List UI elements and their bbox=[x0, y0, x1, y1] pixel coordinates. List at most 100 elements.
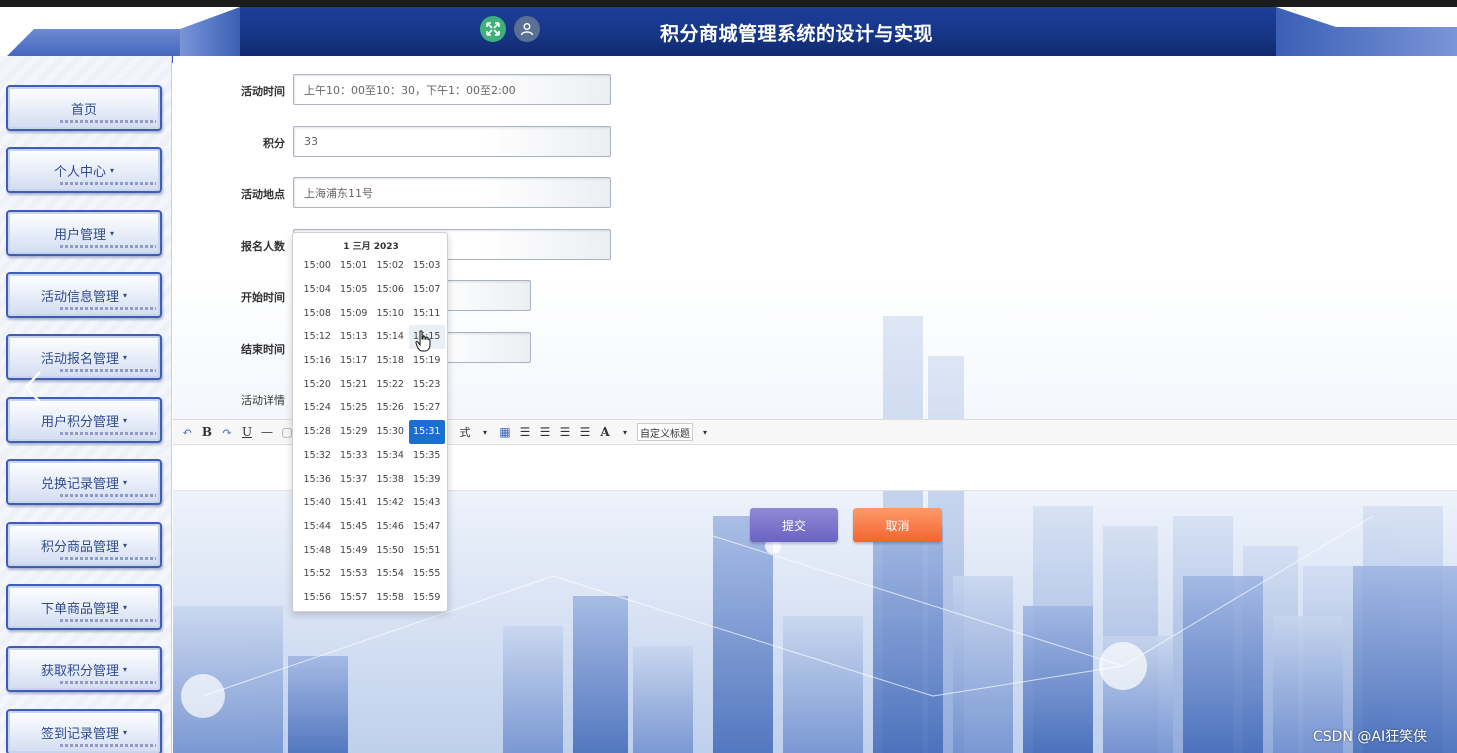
time-option[interactable]: 15:00 bbox=[299, 254, 336, 278]
sidebar-item[interactable]: 下单商品管理 ▾ bbox=[6, 584, 162, 630]
time-option[interactable]: 15:38 bbox=[372, 467, 409, 491]
time-option[interactable]: 15:33 bbox=[336, 444, 373, 468]
button-decoration bbox=[60, 369, 156, 372]
custom-title-select[interactable]: 自定义标题 bbox=[637, 423, 693, 441]
time-option[interactable]: 15:06 bbox=[372, 278, 409, 302]
sidebar-item[interactable]: 个人中心 ▾ bbox=[6, 147, 162, 193]
paragraph-style-fragment[interactable]: 式 bbox=[457, 423, 473, 441]
button-decoration bbox=[60, 182, 156, 185]
time-option[interactable]: 15:01 bbox=[336, 254, 373, 278]
time-option[interactable]: 15:26 bbox=[372, 396, 409, 420]
time-option[interactable]: 15:55 bbox=[409, 562, 446, 586]
sidebar-item[interactable]: 用户管理 ▾ bbox=[6, 210, 162, 256]
sidebar-item[interactable]: 积分商品管理 ▾ bbox=[6, 522, 162, 568]
time-option[interactable]: 15:16 bbox=[299, 349, 336, 373]
expand-icon[interactable] bbox=[480, 16, 506, 42]
time-option[interactable]: 15:53 bbox=[336, 562, 373, 586]
time-option[interactable]: 15:59 bbox=[409, 586, 446, 610]
align-left-icon[interactable]: ☰ bbox=[517, 423, 533, 441]
time-option[interactable]: 15:08 bbox=[299, 301, 336, 325]
time-option[interactable]: 15:09 bbox=[336, 301, 373, 325]
time-option[interactable]: 15:29 bbox=[336, 420, 373, 444]
time-option[interactable]: 15:32 bbox=[299, 444, 336, 468]
time-option[interactable]: 15:57 bbox=[336, 586, 373, 610]
sidebar-item[interactable]: 首页 bbox=[6, 85, 162, 131]
time-option[interactable]: 15:50 bbox=[372, 538, 409, 562]
time-option[interactable]: 15:36 bbox=[299, 467, 336, 491]
sidebar-item[interactable]: 获取积分管理 ▾ bbox=[6, 646, 162, 692]
time-option[interactable]: 15:54 bbox=[372, 562, 409, 586]
time-option[interactable]: 15:21 bbox=[336, 372, 373, 396]
time-option[interactable]: 15:47 bbox=[409, 515, 446, 539]
chevron-left-icon[interactable] bbox=[22, 370, 44, 404]
time-option[interactable]: 15:58 bbox=[372, 586, 409, 610]
location-input[interactable]: 上海浦东11号 bbox=[293, 177, 611, 208]
undo-icon[interactable]: ↶ bbox=[179, 423, 195, 441]
button-decoration bbox=[60, 494, 156, 497]
watermark: CSDN @AI狂笑侠 bbox=[1313, 729, 1428, 745]
time-option[interactable]: 15:51 bbox=[409, 538, 446, 562]
time-option[interactable]: 15:18 bbox=[372, 349, 409, 373]
time-option[interactable]: 15:23 bbox=[409, 372, 446, 396]
align-center-icon[interactable]: ☰ bbox=[537, 423, 553, 441]
time-option[interactable]: 15:45 bbox=[336, 515, 373, 539]
time-option[interactable]: 15:49 bbox=[336, 538, 373, 562]
time-option[interactable]: 15:17 bbox=[336, 349, 373, 373]
time-option[interactable]: 15:25 bbox=[336, 396, 373, 420]
time-option[interactable]: 15:43 bbox=[409, 491, 446, 515]
time-option[interactable]: 15:02 bbox=[372, 254, 409, 278]
time-option[interactable]: 15:19 bbox=[409, 349, 446, 373]
submit-button[interactable]: 提交 bbox=[750, 508, 838, 542]
cancel-button[interactable]: 取消 bbox=[853, 508, 942, 542]
sidebar-item[interactable]: 兑换记录管理 ▾ bbox=[6, 459, 162, 505]
time-option[interactable]: 15:03 bbox=[409, 254, 446, 278]
time-option[interactable]: 15:24 bbox=[299, 396, 336, 420]
user-icon[interactable] bbox=[514, 16, 540, 42]
time-option[interactable]: 15:34 bbox=[372, 444, 409, 468]
time-option[interactable]: 15:10 bbox=[372, 301, 409, 325]
button-decoration bbox=[60, 619, 156, 622]
font-color-button[interactable]: A bbox=[597, 423, 613, 441]
align-justify-icon[interactable]: ☰ bbox=[577, 423, 593, 441]
time-option[interactable]: 15:52 bbox=[299, 562, 336, 586]
dropdown-caret-icon[interactable]: ▾ bbox=[617, 423, 633, 441]
button-decoration bbox=[60, 557, 156, 560]
dropdown-caret-icon[interactable]: ▾ bbox=[477, 423, 493, 441]
time-option[interactable]: 15:31 bbox=[408, 419, 445, 444]
time-option[interactable]: 15:42 bbox=[372, 491, 409, 515]
underline-button[interactable]: U bbox=[239, 423, 255, 441]
time-option[interactable]: 15:05 bbox=[336, 278, 373, 302]
time-option[interactable]: 15:04 bbox=[299, 278, 336, 302]
dropdown-caret-icon[interactable]: ▾ bbox=[697, 423, 713, 441]
activity-time-input[interactable]: 上午10：00至10：30，下午1：00至2:00 bbox=[293, 74, 611, 105]
time-option[interactable]: 15:56 bbox=[299, 586, 336, 610]
align-right-icon[interactable]: ☰ bbox=[557, 423, 573, 441]
time-option[interactable]: 15:35 bbox=[409, 444, 446, 468]
time-option[interactable]: 15:48 bbox=[299, 538, 336, 562]
table-icon[interactable]: ▦ bbox=[497, 423, 513, 441]
time-option[interactable]: 15:22 bbox=[372, 372, 409, 396]
sidebar-item[interactable]: 签到记录管理 ▾ bbox=[6, 709, 162, 753]
time-option[interactable]: 15:28 bbox=[299, 420, 336, 444]
time-picker-date: 1 三月 2023 bbox=[343, 242, 399, 252]
points-input[interactable]: 33 bbox=[293, 126, 611, 157]
horizontal-rule-icon[interactable]: — bbox=[259, 423, 275, 441]
time-option[interactable]: 15:46 bbox=[372, 515, 409, 539]
time-option[interactable]: 15:11 bbox=[409, 301, 446, 325]
time-option[interactable]: 15:27 bbox=[409, 396, 446, 420]
bold-button[interactable]: B bbox=[199, 423, 215, 441]
time-option[interactable]: 15:14 bbox=[372, 325, 409, 349]
time-option[interactable]: 15:37 bbox=[336, 467, 373, 491]
time-option[interactable]: 15:13 bbox=[336, 325, 373, 349]
time-option[interactable]: 15:44 bbox=[299, 515, 336, 539]
sidebar-item[interactable]: 活动信息管理 ▾ bbox=[6, 272, 162, 318]
time-option[interactable]: 15:07 bbox=[409, 278, 446, 302]
time-option[interactable]: 15:40 bbox=[299, 491, 336, 515]
time-option[interactable]: 15:30 bbox=[372, 420, 409, 444]
time-option[interactable]: 15:39 bbox=[409, 467, 446, 491]
time-option[interactable]: 15:41 bbox=[336, 491, 373, 515]
redo-icon[interactable]: ↷ bbox=[219, 423, 235, 441]
time-option[interactable]: 15:12 bbox=[299, 325, 336, 349]
time-option[interactable]: 15:20 bbox=[299, 372, 336, 396]
signup-count-label: 报名人数 bbox=[241, 240, 285, 253]
